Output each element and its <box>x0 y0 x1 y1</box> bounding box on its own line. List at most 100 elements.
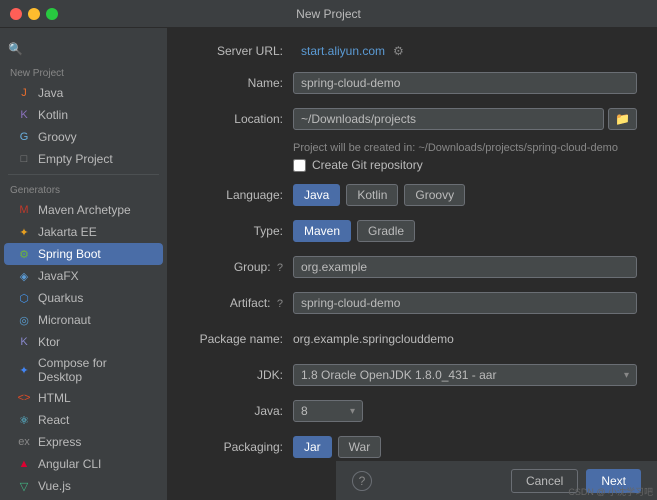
location-row: Location: 📁 <box>188 106 637 132</box>
quarkus-icon: ⬡ <box>16 290 32 306</box>
git-checkbox-row: Create Git repository <box>293 158 637 172</box>
packaging-label: Packaging: <box>188 440 293 454</box>
traffic-lights <box>10 8 58 20</box>
artifact-label: Artifact: ? <box>188 296 293 310</box>
language-btn-kotlin[interactable]: Kotlin <box>346 184 398 206</box>
language-row: Language: JavaKotlinGroovy <box>188 182 637 208</box>
location-value: 📁 <box>293 108 637 130</box>
sidebar-item-quarkus[interactable]: ⬡Quarkus <box>4 287 163 309</box>
type-btn-gradle[interactable]: Gradle <box>357 220 415 242</box>
packaging-btn-war[interactable]: War <box>338 436 382 458</box>
group-label: Group: ? <box>188 260 293 274</box>
close-button[interactable] <box>10 8 22 20</box>
compose-icon: ✦ <box>16 362 32 378</box>
jdk-select[interactable]: 1.8 Oracle OpenJDK 1.8.0_431 - aar ▾ <box>293 364 637 386</box>
gear-icon[interactable]: ⚙ <box>393 44 404 58</box>
search-input[interactable] <box>27 42 159 56</box>
sidebar-label-react: React <box>38 413 69 427</box>
name-label: Name: <box>188 76 293 90</box>
sidebar-item-javafx[interactable]: ◈JavaFX <box>4 265 163 287</box>
main-layout: 🔍 New Project JJavaKKotlinGGroovy□Empty … <box>0 28 657 500</box>
sidebar-item-vue[interactable]: ▽ Vue.js <box>4 475 163 497</box>
sidebar-label-vue: Vue.js <box>38 479 71 493</box>
maximize-button[interactable] <box>46 8 58 20</box>
jdk-label: JDK: <box>188 368 293 382</box>
title-bar: New Project <box>0 0 657 28</box>
group-help-icon[interactable]: ? <box>277 262 283 274</box>
bottom-left: ? <box>352 471 372 491</box>
package-name-row: Package name: org.example.springclouddem… <box>188 326 637 352</box>
packaging-row: Packaging: Jar War <box>188 434 637 460</box>
sidebar-label-spring: Spring Boot <box>38 247 101 261</box>
sidebar-label-html: HTML <box>38 391 71 405</box>
group-value <box>293 256 637 278</box>
language-btn-groovy[interactable]: Groovy <box>404 184 465 206</box>
artifact-help-icon[interactable]: ? <box>277 298 283 310</box>
search-icon: 🔍 <box>8 42 23 56</box>
type-btn-maven[interactable]: Maven <box>293 220 351 242</box>
micronaut-icon: ◎ <box>16 312 32 328</box>
sidebar-item-spring[interactable]: ⚙ Spring Boot <box>4 243 163 265</box>
java-icon: J <box>16 85 32 101</box>
minimize-button[interactable] <box>28 8 40 20</box>
sidebar-label-groovy: Groovy <box>38 130 77 144</box>
package-name-label: Package name: <box>188 332 293 346</box>
sidebar-label-empty: Empty Project <box>38 152 113 166</box>
sidebar: 🔍 New Project JJavaKKotlinGGroovy□Empty … <box>0 28 168 500</box>
server-url-label: Server URL: <box>188 44 293 58</box>
sidebar-item-jakarta[interactable]: ✦Jakarta EE <box>4 221 163 243</box>
group-input[interactable] <box>293 256 637 278</box>
sidebar-search-row: 🔍 <box>0 36 167 62</box>
location-input[interactable] <box>293 108 604 130</box>
java-version-select[interactable]: 8 ▾ <box>293 400 363 422</box>
content-area: Server URL: start.aliyun.com ⚙ Name: Loc… <box>168 28 657 500</box>
vue-icon: ▽ <box>16 478 32 494</box>
type-label: Type: <box>188 224 293 238</box>
sidebar-item-empty[interactable]: □ Empty Project <box>4 148 163 170</box>
location-label: Location: <box>188 112 293 126</box>
packaging-btn-jar[interactable]: Jar <box>293 436 332 458</box>
generators-section-label: Generators <box>0 179 167 199</box>
sidebar-item-ktor[interactable]: K Ktor <box>4 331 163 353</box>
sidebar-item-angular[interactable]: ▲Angular CLI <box>4 453 163 475</box>
sidebar-item-react[interactable]: ⚛ React <box>4 409 163 431</box>
location-hint: Project will be created in: ~/Downloads/… <box>293 142 637 154</box>
jdk-select-text: 1.8 Oracle OpenJDK 1.8.0_431 - aar <box>301 368 618 382</box>
sidebar-item-compose[interactable]: ✦ Compose for Desktop <box>4 353 163 387</box>
server-url-row: Server URL: start.aliyun.com ⚙ <box>188 44 637 58</box>
sidebar-label-angular: Angular CLI <box>38 457 101 471</box>
sidebar-item-groovy[interactable]: G Groovy <box>4 126 163 148</box>
sidebar-item-express[interactable]: exExpress <box>4 431 163 453</box>
sidebar-label-ktor: Ktor <box>38 335 60 349</box>
git-checkbox[interactable] <box>293 159 306 172</box>
git-checkbox-label[interactable]: Create Git repository <box>312 158 423 172</box>
sidebar-item-maven[interactable]: MMaven Archetype <box>4 199 163 221</box>
sidebar-item-java[interactable]: J Java <box>4 82 163 104</box>
empty-icon: □ <box>16 151 32 167</box>
jdk-row: JDK: 1.8 Oracle OpenJDK 1.8.0_431 - aar … <box>188 362 637 388</box>
server-url-link[interactable]: start.aliyun.com <box>301 44 385 58</box>
package-name-text: org.example.springclouddemo <box>293 332 454 346</box>
sidebar-item-micronaut[interactable]: ◎Micronaut <box>4 309 163 331</box>
sidebar-label-maven: Maven Archetype <box>38 203 131 217</box>
sidebar-item-html[interactable]: <>HTML <box>4 387 163 409</box>
name-row: Name: <box>188 70 637 96</box>
sidebar-label-java: Java <box>38 86 63 100</box>
sidebar-label-express: Express <box>38 435 81 449</box>
name-input[interactable] <box>293 72 637 94</box>
help-button[interactable]: ? <box>352 471 372 491</box>
sidebar-label-compose: Compose for Desktop <box>38 356 153 384</box>
sidebar-item-kotlin[interactable]: KKotlin <box>4 104 163 126</box>
groovy-icon: G <box>16 129 32 145</box>
artifact-input[interactable] <box>293 292 637 314</box>
spring-icon: ⚙ <box>16 246 32 262</box>
ktor-icon: K <box>16 334 32 350</box>
java-version-text: 8 <box>301 404 344 418</box>
new-project-items: J Java KKotlin G Groovy □ Empty Project <box>0 82 167 170</box>
sidebar-label-jakarta: Jakarta EE <box>38 225 97 239</box>
language-btn-java[interactable]: Java <box>293 184 340 206</box>
react-icon: ⚛ <box>16 412 32 428</box>
javafx-icon: ◈ <box>16 268 32 284</box>
folder-button[interactable]: 📁 <box>608 108 637 130</box>
java-row: Java: 8 ▾ <box>188 398 637 424</box>
